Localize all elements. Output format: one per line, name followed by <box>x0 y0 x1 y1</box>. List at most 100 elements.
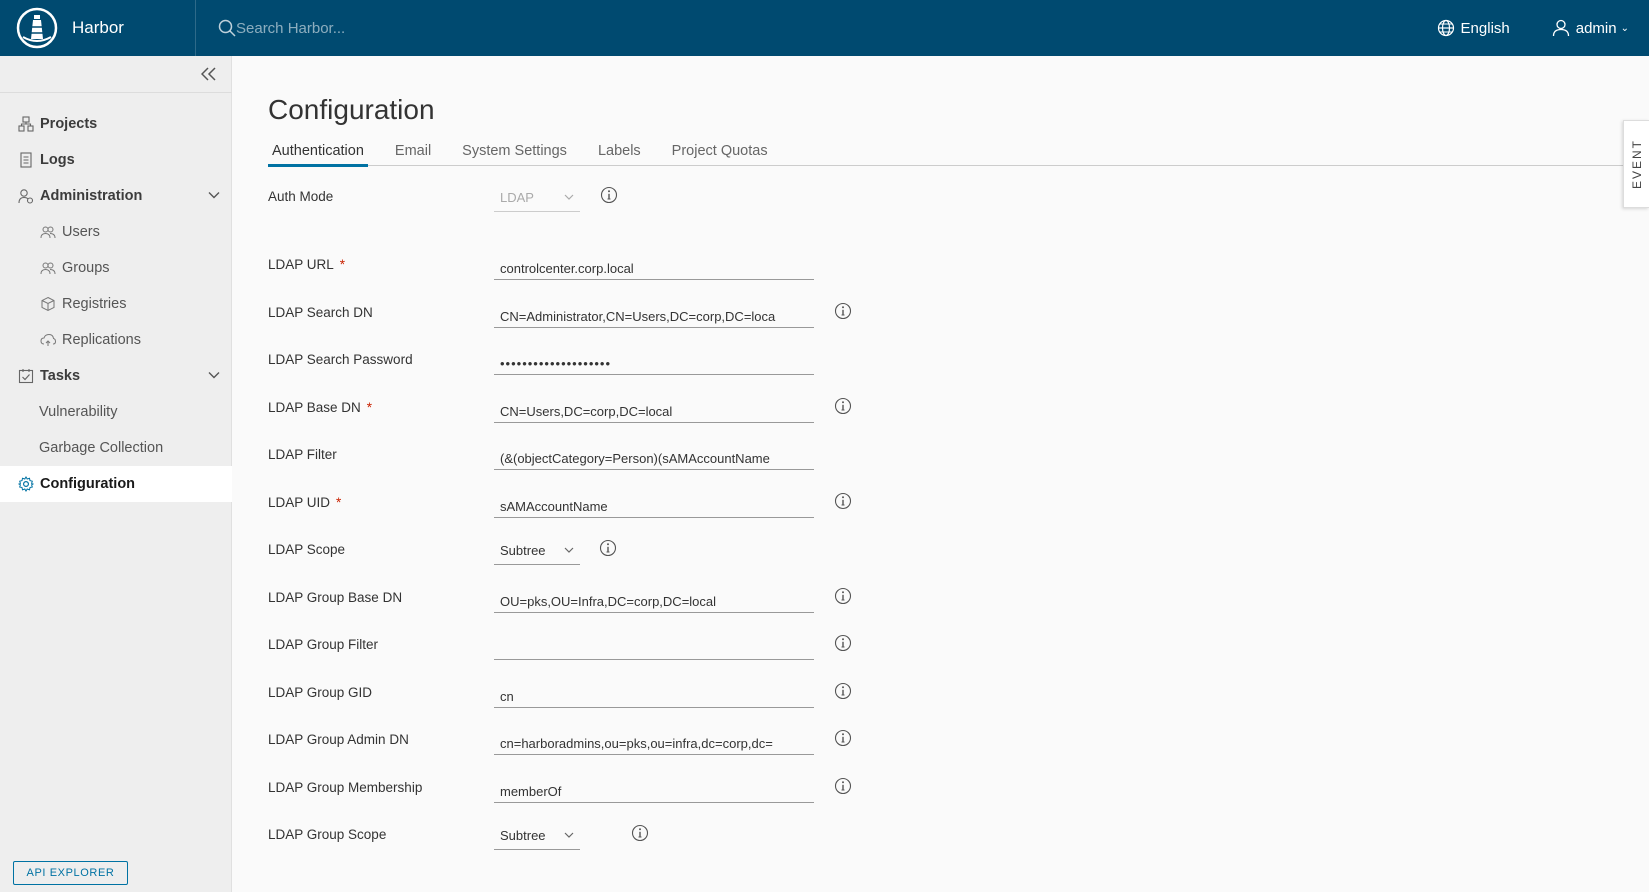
sidebar-item-configuration[interactable]: Configuration <box>0 466 232 502</box>
sidebar-item-projects[interactable]: Projects <box>0 106 232 142</box>
auth-mode-select[interactable]: LDAP <box>494 178 580 212</box>
api-explorer-button[interactable]: API EXPLORER <box>13 861 128 885</box>
sidebar-item-vulnerability[interactable]: Vulnerability <box>0 394 232 430</box>
brand-name: Harbor <box>72 18 124 37</box>
ldap-group-gid-input[interactable] <box>494 674 814 708</box>
ldap-group-membership-label: LDAP Group Membership <box>268 780 423 795</box>
event-panel-tab[interactable]: EVENT <box>1623 120 1649 208</box>
ldap-group-membership-input[interactable] <box>494 769 814 803</box>
tab-authentication[interactable]: Authentication <box>268 136 368 167</box>
replications-icon <box>40 333 56 346</box>
ldap-group-scope-select[interactable]: Subtree <box>494 816 580 850</box>
required-marker: * <box>366 400 373 415</box>
ldap-uid-label-text: LDAP UID <box>268 495 331 510</box>
ldap-scope-value: Subtree <box>500 543 546 558</box>
double-chevron-left-icon <box>201 67 216 81</box>
tab-labels[interactable]: Labels <box>594 136 645 166</box>
info-icon[interactable] <box>834 682 852 700</box>
chevron-down-icon <box>208 372 220 379</box>
sidebar-item-replications[interactable]: Replications <box>0 322 232 358</box>
sidebar-item-registries[interactable]: Registries <box>0 286 232 322</box>
sidebar-item-users[interactable]: Users <box>0 214 232 250</box>
ldap-base-dn-label-text: LDAP Base DN <box>268 400 361 415</box>
tab-system-settings[interactable]: System Settings <box>458 136 571 166</box>
groups-icon <box>40 262 56 275</box>
ldap-group-admin-dn-label: LDAP Group Admin DN <box>268 732 409 747</box>
ldap-base-dn-row: LDAP Base DN * <box>268 387 968 427</box>
search-icon <box>218 19 236 37</box>
info-icon[interactable] <box>631 824 649 842</box>
search-input[interactable] <box>236 19 536 37</box>
auth-mode-row: Auth Mode LDAP <box>268 176 968 216</box>
info-icon[interactable] <box>600 186 618 204</box>
ldap-group-filter-label: LDAP Group Filter <box>268 637 379 652</box>
tasks-icon <box>18 369 34 384</box>
main-content: Configuration Authentication Email Syste… <box>232 56 1649 892</box>
ldap-base-dn-label: LDAP Base DN * <box>268 400 372 415</box>
sidebar-nav: Projects Logs Administration Users Group… <box>0 106 232 502</box>
ldap-uid-input[interactable] <box>494 484 814 518</box>
administration-icon <box>18 189 34 204</box>
ldap-group-base-dn-label: LDAP Group Base DN <box>268 590 403 605</box>
ldap-group-filter-row: LDAP Group Filter <box>268 624 968 664</box>
sidebar: Projects Logs Administration Users Group… <box>0 56 232 892</box>
ldap-uid-label: LDAP UID * <box>268 495 341 510</box>
users-icon <box>40 226 56 239</box>
info-icon[interactable] <box>834 397 852 415</box>
ldap-search-password-row: LDAP Search Password <box>268 339 968 379</box>
ldap-url-label-text: LDAP URL <box>268 257 334 272</box>
auth-mode-label: Auth Mode <box>268 189 334 204</box>
language-label: English <box>1460 19 1510 37</box>
page-title: Configuration <box>268 94 435 125</box>
info-icon[interactable] <box>834 634 852 652</box>
ldap-group-admin-dn-input[interactable] <box>494 721 814 755</box>
sidebar-item-groups[interactable]: Groups <box>0 250 232 286</box>
ldap-search-password-input[interactable] <box>494 341 814 375</box>
chevron-down-icon <box>564 832 574 838</box>
ldap-group-scope-row: LDAP Group Scope Subtree <box>268 814 968 854</box>
sidebar-item-label: Groups <box>62 260 110 276</box>
sidebar-item-tasks[interactable]: Tasks <box>0 358 232 394</box>
tab-project-quotas[interactable]: Project Quotas <box>668 136 772 166</box>
info-icon[interactable] <box>834 587 852 605</box>
language-switcher[interactable]: English <box>1437 19 1510 37</box>
sidebar-item-label: Configuration <box>40 476 136 492</box>
ldap-search-dn-label: LDAP Search DN <box>268 305 373 320</box>
auth-mode-value: LDAP <box>500 190 534 205</box>
ldap-filter-input[interactable] <box>494 436 814 470</box>
ldap-search-dn-input[interactable] <box>494 294 814 328</box>
sidebar-item-label: Projects <box>40 116 98 132</box>
info-icon[interactable] <box>834 729 852 747</box>
sidebar-item-administration[interactable]: Administration <box>0 178 232 214</box>
ldap-group-base-dn-input[interactable] <box>494 579 814 613</box>
event-tab-label: EVENT <box>1629 138 1644 190</box>
required-marker: * <box>336 495 342 510</box>
ldap-scope-select[interactable]: Subtree <box>494 531 580 565</box>
ldap-scope-label: LDAP Scope <box>268 542 346 557</box>
info-icon[interactable] <box>834 492 852 510</box>
collapse-sidebar-button[interactable] <box>197 62 221 86</box>
logs-icon <box>20 152 32 168</box>
ldap-group-scope-value: Subtree <box>500 828 546 843</box>
config-tabs: Authentication Email System Settings Lab… <box>268 136 1624 167</box>
ldap-group-filter-input[interactable] <box>494 626 814 660</box>
tab-email[interactable]: Email <box>391 136 435 166</box>
registries-icon <box>41 296 55 312</box>
sidebar-item-logs[interactable]: Logs <box>0 142 232 178</box>
sidebar-item-label: Replications <box>62 332 141 348</box>
global-search <box>218 19 536 37</box>
ldap-scope-row: LDAP Scope Subtree <box>268 529 968 569</box>
user-icon <box>1552 19 1569 37</box>
user-menu[interactable]: admin ⌄ <box>1552 19 1629 37</box>
ldap-search-dn-row: LDAP Search DN <box>268 292 968 332</box>
sidebar-item-label: Logs <box>40 152 75 168</box>
ldap-base-dn-input[interactable] <box>494 389 814 423</box>
info-icon[interactable] <box>834 302 852 320</box>
info-icon[interactable] <box>834 777 852 795</box>
info-icon[interactable] <box>599 539 617 557</box>
ldap-url-input[interactable] <box>494 246 814 280</box>
sidebar-item-label: Registries <box>62 296 127 312</box>
sidebar-item-garbage-collection[interactable]: Garbage Collection <box>0 430 232 466</box>
ldap-search-password-label: LDAP Search Password <box>268 352 413 367</box>
brand[interactable]: Harbor <box>0 0 196 56</box>
